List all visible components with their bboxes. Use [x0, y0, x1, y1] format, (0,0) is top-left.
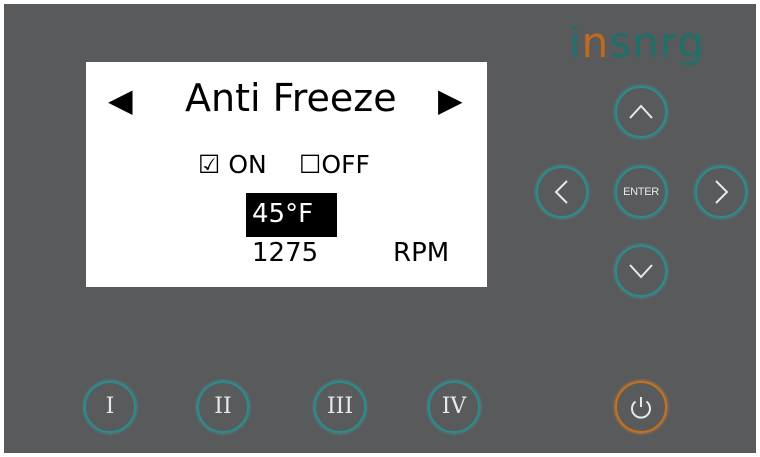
speed-4-button[interactable]: IV — [428, 381, 480, 433]
power-icon — [631, 397, 651, 419]
off-option: ☐OFF — [299, 150, 370, 179]
up-button[interactable] — [615, 86, 667, 138]
speed-1-label: I — [105, 394, 115, 419]
chevron-up-icon — [629, 104, 653, 119]
temperature-value: 45°F — [252, 199, 314, 229]
right-button[interactable] — [695, 166, 747, 218]
on-option: ☑ ON — [198, 150, 267, 179]
chevron-left-icon — [554, 180, 568, 204]
enter-label: ENTER — [623, 186, 659, 198]
speed-4-label: IV — [441, 394, 467, 419]
chevron-right-icon — [715, 180, 729, 204]
chevron-down-icon — [629, 264, 653, 279]
speed-3-label: III — [326, 394, 354, 419]
speed-value: 1275 — [252, 238, 319, 268]
speed-2-label: II — [214, 394, 232, 419]
lcd-screen: ◀ Anti Freeze ▶ ☑ ON ☐OFF 45°F 1275 RPM — [86, 62, 487, 287]
left-button[interactable] — [536, 166, 588, 218]
enter-button[interactable]: ENTER — [615, 166, 667, 218]
speed-3-button[interactable]: III — [314, 381, 366, 433]
power-button[interactable] — [615, 381, 667, 433]
speed-2-button[interactable]: II — [197, 381, 249, 433]
control-panel: insnrg ◀ Anti Freeze ▶ ☑ ON ☐OFF 45°F 12… — [4, 4, 756, 453]
down-button[interactable] — [615, 245, 667, 297]
brand-logo: insnrg — [569, 18, 705, 67]
speed-1-button[interactable]: I — [84, 381, 136, 433]
screen-title: Anti Freeze — [185, 76, 397, 120]
prev-arrow-icon: ◀ — [108, 81, 133, 119]
speed-unit: RPM — [393, 238, 450, 268]
next-arrow-icon: ▶ — [438, 81, 463, 119]
